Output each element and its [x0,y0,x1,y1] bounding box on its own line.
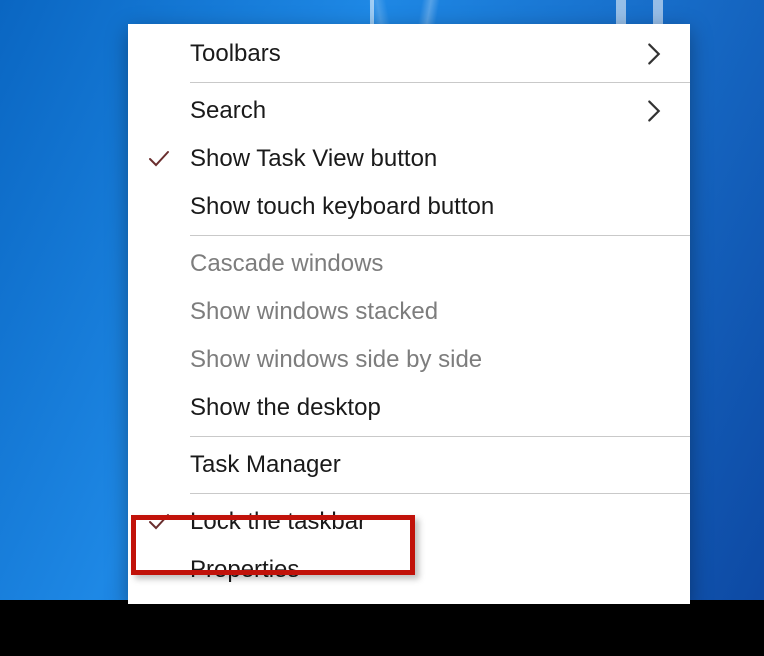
menu-item-label: Lock the taskbar [190,508,666,536]
menu-separator [190,235,690,236]
menu-item-show-task-view[interactable]: Show Task View button [128,135,690,183]
menu-item-label: Search [190,97,642,125]
menu-item-search[interactable]: Search [128,87,690,135]
menu-item-label: Show windows side by side [190,346,666,374]
menu-item-label: Show touch keyboard button [190,193,666,221]
menu-separator [190,436,690,437]
menu-item-show-touch-keyboard[interactable]: Show touch keyboard button [128,183,690,231]
menu-item-label: Task Manager [190,451,666,479]
menu-separator [190,82,690,83]
menu-item-show-windows-side-by-side[interactable]: Show windows side by side [128,336,690,384]
menu-item-label: Toolbars [190,40,642,68]
menu-item-label: Properties [190,556,666,584]
menu-item-show-windows-stacked[interactable]: Show windows stacked [128,288,690,336]
menu-item-show-the-desktop[interactable]: Show the desktop [128,384,690,432]
menu-item-lock-the-taskbar[interactable]: Lock the taskbar [128,498,690,546]
checkmark-icon [128,149,190,169]
menu-item-cascade-windows[interactable]: Cascade windows [128,240,690,288]
submenu-arrow-icon [642,43,666,65]
menu-item-label: Show Task View button [190,145,666,173]
taskbar[interactable] [0,600,764,656]
checkmark-icon [128,512,190,532]
menu-item-toolbars[interactable]: Toolbars [128,30,690,78]
menu-item-label: Show windows stacked [190,298,666,326]
menu-item-label: Cascade windows [190,250,666,278]
submenu-arrow-icon [642,100,666,122]
menu-item-label: Show the desktop [190,394,666,422]
menu-item-properties[interactable]: Properties [128,546,690,594]
menu-item-task-manager[interactable]: Task Manager [128,441,690,489]
menu-separator [190,493,690,494]
taskbar-context-menu: Toolbars Search Show Task View button Sh… [128,24,690,604]
